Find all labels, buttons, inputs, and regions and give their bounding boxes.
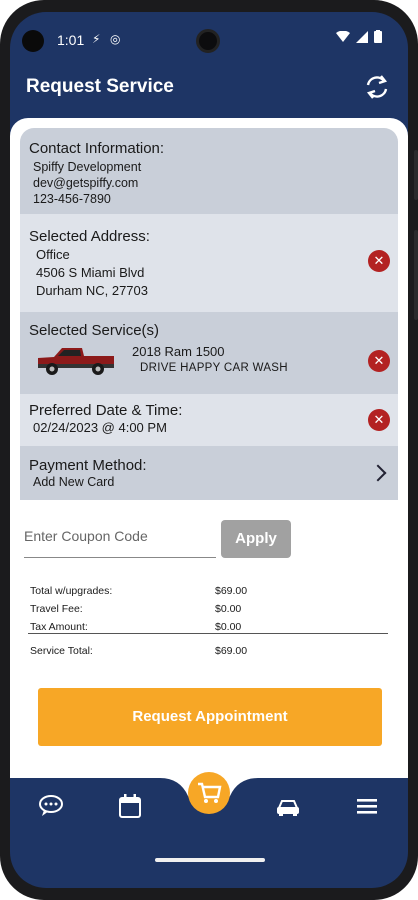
gesture-bar[interactable]	[155, 858, 265, 862]
volume-button	[414, 230, 418, 320]
coupon-input[interactable]: Enter Coupon Code	[24, 518, 216, 558]
datetime-value: 02/24/2023 @ 4:00 PM	[33, 420, 167, 435]
cart-button[interactable]	[188, 772, 230, 814]
status-time: 1:01	[57, 32, 85, 48]
sync-icon: ◎	[110, 32, 121, 46]
contact-section[interactable]: Contact Information: Spiffy Development …	[20, 128, 398, 214]
calendar-icon[interactable]	[116, 792, 144, 820]
car-icon[interactable]	[274, 792, 302, 820]
contact-title: Contact Information:	[29, 140, 165, 157]
datetime-title: Preferred Date & Time:	[29, 402, 183, 419]
tax-value: $0.00	[215, 621, 242, 633]
service-total-label: Service Total:	[30, 645, 93, 657]
camera-cutout	[196, 29, 220, 53]
front-sensor	[22, 30, 44, 52]
page-title: Request Service	[26, 76, 174, 97]
service-package: DRIVE HAPPY CAR WASH	[140, 362, 288, 374]
power-icon: ⚡	[92, 32, 101, 46]
total-value: $69.00	[215, 585, 248, 597]
truck-icon	[38, 348, 114, 375]
total-label: Total w/upgrades:	[30, 585, 113, 597]
payment-section[interactable]: Payment Method: Add New Card	[20, 446, 398, 500]
payment-value: Add New Card	[33, 475, 115, 489]
datetime-section[interactable]: Preferred Date & Time: 02/24/2023 @ 4:00…	[20, 394, 398, 446]
service-vehicle: 2018 Ram 1500	[132, 344, 225, 359]
address-title: Selected Address:	[29, 228, 150, 245]
tax-label: Tax Amount:	[30, 621, 88, 633]
screen: 1:01 ⚡ ◎ Request Service Contact Informa…	[10, 12, 408, 888]
service-section[interactable]: Selected Service(s) 2018 Ram 1500 DRIVE …	[20, 312, 398, 394]
apply-button[interactable]: Apply	[221, 520, 291, 558]
wifi-icon	[336, 30, 350, 42]
chevron-right-icon[interactable]	[369, 464, 387, 482]
travel-fee-value: $0.00	[215, 603, 242, 615]
remove-service-icon[interactable]: ✕	[368, 350, 390, 372]
address-street: 4506 S Miami Blvd	[36, 265, 145, 280]
service-total-value: $69.00	[215, 645, 248, 657]
contact-name: Spiffy Development	[33, 160, 142, 174]
address-section[interactable]: Selected Address: Office 4506 S Miami Bl…	[20, 214, 398, 312]
power-button	[414, 150, 418, 200]
remove-address-icon[interactable]: ✕	[368, 250, 390, 272]
contact-email: dev@getspiffy.com	[33, 176, 139, 190]
totals-divider	[28, 633, 388, 634]
cart-icon	[198, 782, 222, 803]
refresh-icon[interactable]	[362, 72, 392, 102]
chat-icon[interactable]	[37, 792, 65, 820]
app-header: Request Service	[10, 64, 408, 114]
request-appointment-button[interactable]: Request Appointment	[38, 688, 382, 746]
battery-icon	[374, 30, 382, 43]
remove-datetime-icon[interactable]: ✕	[368, 409, 390, 431]
address-city: Durham NC, 27703	[36, 283, 148, 298]
status-right	[336, 30, 382, 43]
phone-frame: 1:01 ⚡ ◎ Request Service Contact Informa…	[0, 0, 418, 900]
status-bar: 1:01 ⚡ ◎	[10, 12, 408, 56]
menu-icon[interactable]	[353, 792, 381, 820]
request-content: Contact Information: Spiffy Development …	[10, 118, 408, 798]
travel-fee-label: Travel Fee:	[30, 603, 83, 615]
service-title: Selected Service(s)	[29, 322, 160, 339]
payment-title: Payment Method:	[29, 457, 147, 474]
signal-icon	[356, 30, 368, 43]
contact-phone: 123-456-7890	[33, 192, 111, 206]
address-label: Office	[36, 247, 70, 262]
